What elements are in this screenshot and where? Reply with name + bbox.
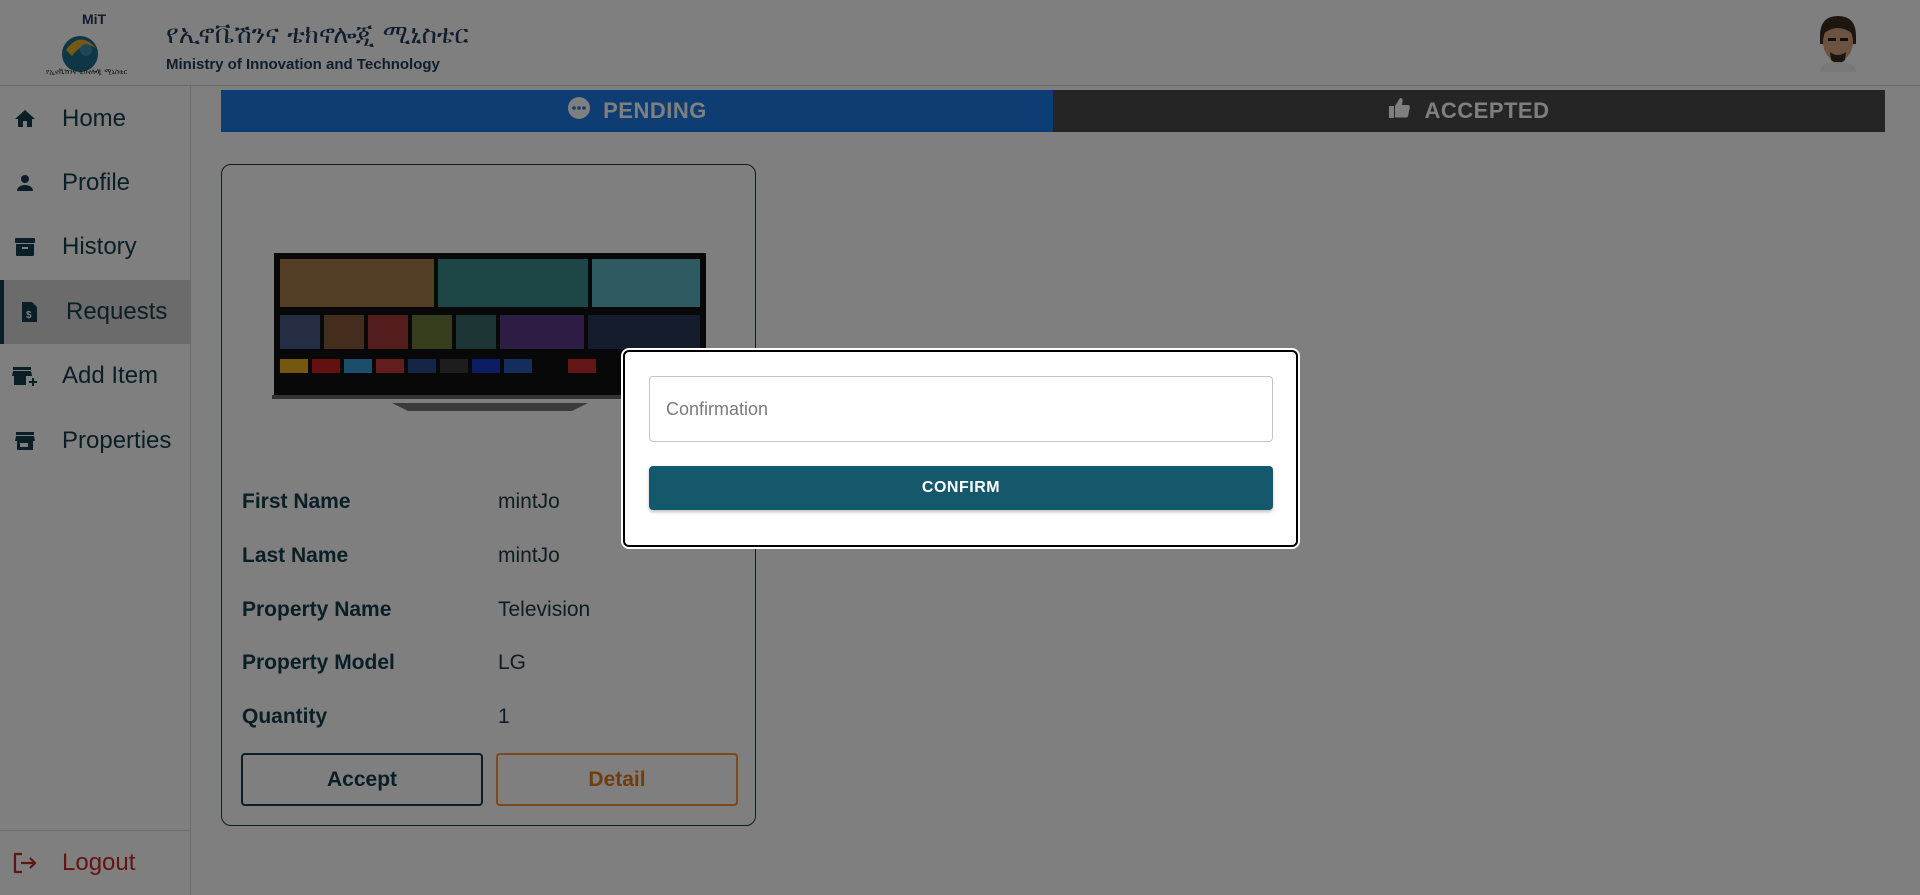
confirmation-dialog: CONFIRM bbox=[623, 350, 1298, 547]
confirm-button[interactable]: CONFIRM bbox=[649, 466, 1273, 510]
confirmation-input[interactable] bbox=[649, 376, 1273, 442]
